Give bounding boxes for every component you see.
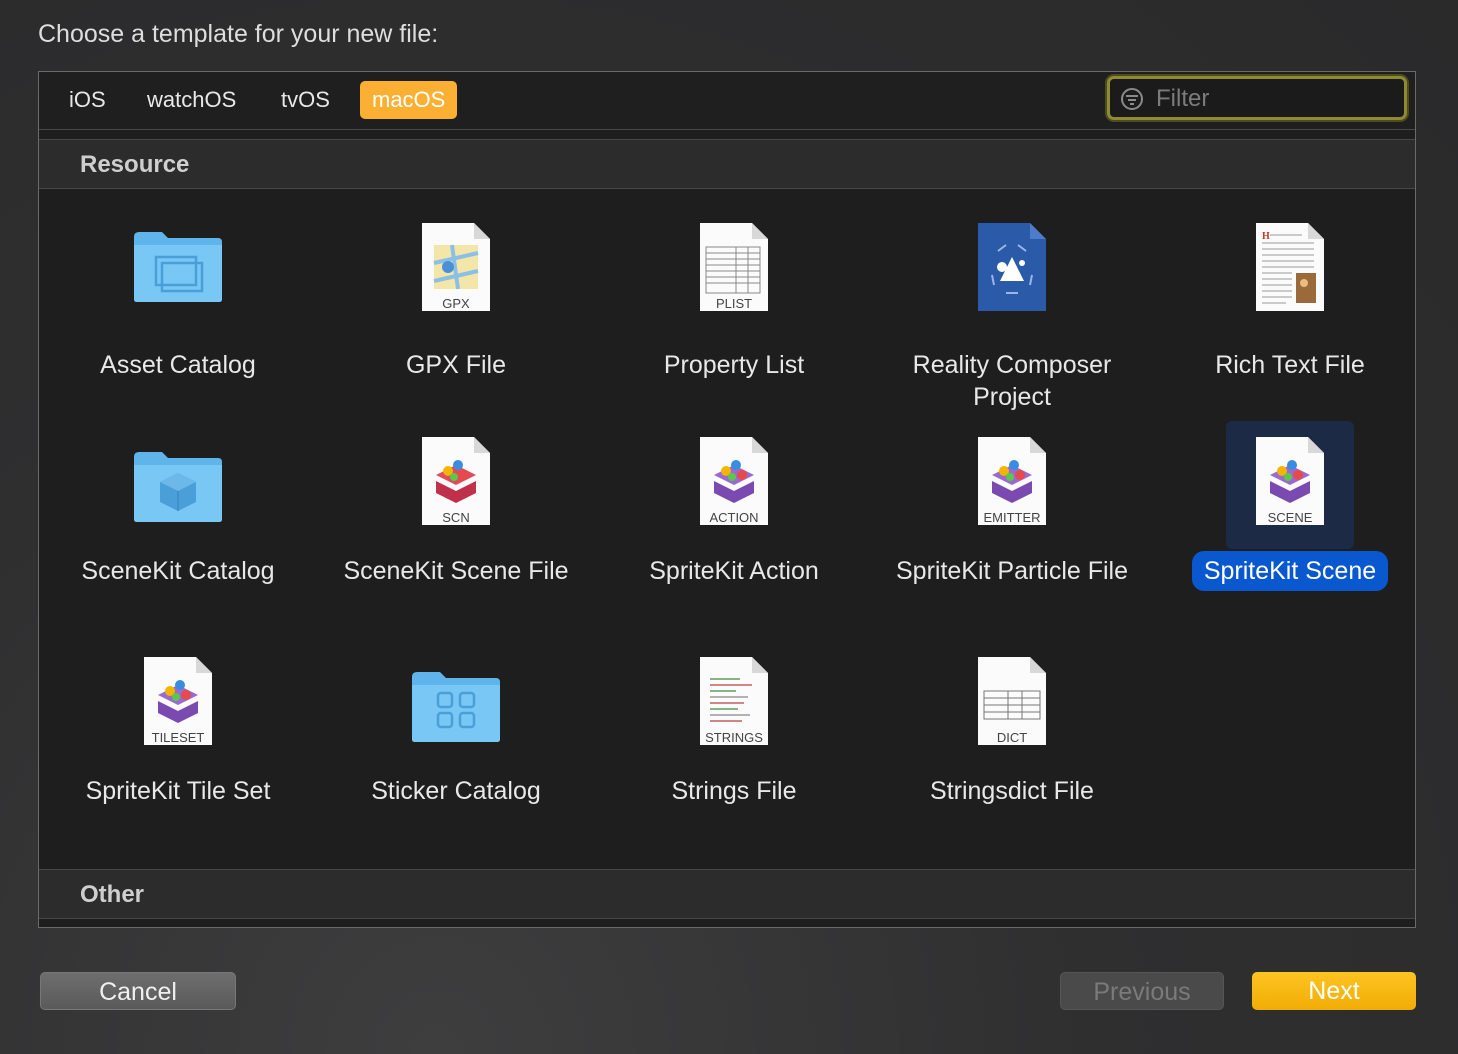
scenekit-file-icon: SCN xyxy=(422,437,490,525)
template-label: Rich Text File xyxy=(1215,351,1365,379)
section-header-other: Other xyxy=(39,869,1415,919)
template-label: SpriteKit Scene xyxy=(1191,551,1389,591)
filter-input[interactable] xyxy=(1154,83,1398,115)
template-label: SpriteKit Action xyxy=(649,557,819,585)
reality-composer-icon xyxy=(978,223,1046,311)
platform-tab-bar: iOS watchOS tvOS macOS xyxy=(39,72,1415,130)
tab-macos[interactable]: macOS xyxy=(360,81,458,119)
template-label: SpriteKit Tile Set xyxy=(85,777,271,805)
dialog-prompt: Choose a template for your new file: xyxy=(38,20,439,48)
strings-file-icon: STRINGS xyxy=(700,657,768,745)
section-header-resource: Resource xyxy=(39,139,1415,189)
gpx-file-icon: GPX xyxy=(422,223,490,311)
folder-asset-catalog-icon xyxy=(134,232,222,302)
plist-file-icon: PLIST xyxy=(700,223,768,311)
template-label: GPX File xyxy=(405,351,507,379)
rich-text-file-icon: H xyxy=(1256,223,1324,311)
filter-field[interactable] xyxy=(1107,76,1407,120)
template-label: SceneKit Scene File xyxy=(343,557,569,585)
svg-text:H: H xyxy=(1262,231,1270,242)
template-label: Stringsdict File xyxy=(930,777,1094,805)
folder-sticker-catalog-icon xyxy=(412,672,500,742)
template-label: Reality Composer Project xyxy=(912,351,1112,411)
tab-tvos[interactable]: tvOS xyxy=(269,81,342,119)
template-label: Strings File xyxy=(671,777,797,805)
folder-scenekit-catalog-icon xyxy=(134,452,222,522)
stringsdict-file-icon: DICT xyxy=(978,657,1046,745)
spritekit-scene-icon: SCENE xyxy=(1256,437,1324,525)
tab-ios[interactable]: iOS xyxy=(57,81,118,119)
template-label: Asset Catalog xyxy=(100,351,256,379)
spritekit-action-icon: ACTION xyxy=(700,437,768,525)
next-button[interactable]: Next xyxy=(1252,972,1416,1010)
previous-button[interactable]: Previous xyxy=(1060,972,1224,1010)
template-label: Sticker Catalog xyxy=(371,777,541,805)
template-chooser-panel: iOS watchOS tvOS macOS Resource Asset Ca… xyxy=(38,71,1416,928)
spritekit-emitter-icon: EMITTER xyxy=(978,437,1046,525)
template-label: Property List xyxy=(663,351,805,379)
tab-watchos[interactable]: watchOS xyxy=(135,81,248,119)
spritekit-tileset-icon: TILESET xyxy=(144,657,212,745)
cancel-button[interactable]: Cancel xyxy=(40,972,236,1010)
template-label: SceneKit Catalog xyxy=(81,557,275,585)
filter-icon xyxy=(1121,88,1143,110)
template-label: SpriteKit Particle File xyxy=(895,557,1129,585)
